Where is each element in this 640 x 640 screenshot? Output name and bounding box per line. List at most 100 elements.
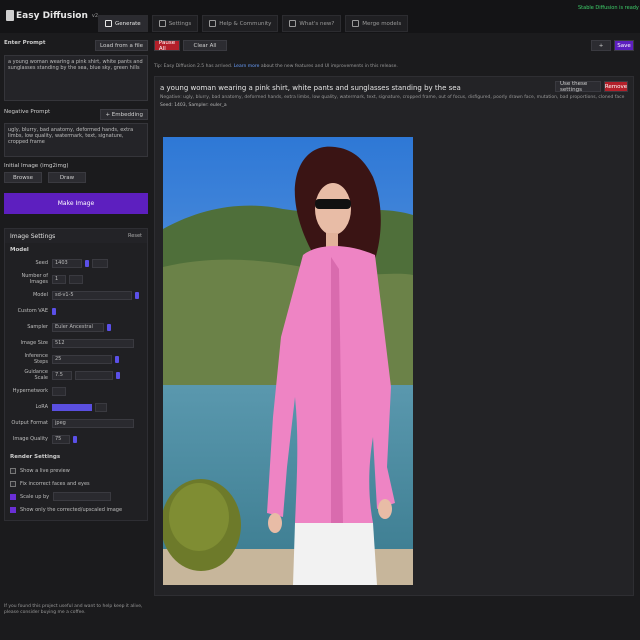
notice-text: Tip: Easy Diffusion 2.5 has arrived. <box>154 64 234 69</box>
hypernetwork-select[interactable] <box>52 386 66 396</box>
draw-button[interactable]: Draw <box>48 172 86 183</box>
main-panel: Pause All Clear All + Save Tip: Easy Dif… <box>154 40 634 596</box>
upscale-select[interactable] <box>53 492 112 501</box>
image-quality-row: Image Quality 75 <box>10 432 142 446</box>
upscale-checkbox[interactable]: Scale up by <box>10 490 142 503</box>
settings-header[interactable]: Image Settings Reset <box>5 229 147 243</box>
model-select[interactable]: sd-v1-5 <box>52 290 132 300</box>
tab-label: Settings <box>168 20 192 27</box>
save-button[interactable]: Save <box>614 40 634 51</box>
num-images-parallel[interactable] <box>69 274 83 284</box>
row-label: Hypernetwork <box>12 388 48 394</box>
steps-input[interactable]: 25 <box>52 354 112 364</box>
negative-header: Negative Prompt + Embedding <box>4 109 148 120</box>
check-label: Scale up by <box>20 493 50 500</box>
image-size-row: Image Size 512 <box>10 336 142 350</box>
vae-row: Custom VAE <box>10 304 142 318</box>
load-file-button[interactable]: Load from a file <box>95 40 148 51</box>
live-preview-checkbox[interactable]: Show a live preview <box>10 464 142 477</box>
settings-title: Image Settings <box>10 232 56 240</box>
model-section: Model Seed 1403 Number of Images 1 Model sd… <box>5 243 147 452</box>
server-status: Stable Diffusion is ready <box>578 5 639 11</box>
row-label: Sampler <box>27 324 48 330</box>
notice-bar: Tip: Easy Diffusion 2.5 has arrived. Lea… <box>154 64 634 72</box>
tab-whats-new[interactable]: What's new? <box>282 15 342 32</box>
sidebar: Enter Prompt Load from a file a young wo… <box>4 40 148 521</box>
task-negative-prompt: Negative: ugly, blurry, bad anatomy, def… <box>160 95 625 100</box>
show-corrected-checkbox[interactable]: Show only the corrected/upscaled image <box>10 503 142 516</box>
row-label: Custom VAE <box>17 308 48 314</box>
check-label: Show only the corrected/upscaled image <box>20 506 123 513</box>
clear-all-button[interactable]: Clear All <box>183 40 227 51</box>
seed-random-button[interactable] <box>92 258 108 268</box>
render-section-title: Render Settings <box>10 454 61 460</box>
num-images-input[interactable]: 1 <box>52 274 66 284</box>
tab-settings[interactable]: Settings <box>151 15 199 32</box>
remove-task-button[interactable]: Remove <box>604 81 628 92</box>
random-seed-toggle[interactable] <box>85 259 89 267</box>
expand-button[interactable]: + <box>591 40 611 51</box>
checkbox[interactable] <box>10 480 16 487</box>
star-icon <box>289 20 297 27</box>
row-label: Seed <box>35 260 49 266</box>
row-label: LoRA <box>35 404 48 410</box>
guidance-row: Guidance Scale 7.5 <box>10 368 142 382</box>
prompt-input[interactable]: a young woman wearing a pink shirt, whit… <box>4 55 148 101</box>
row-label: Number of Images <box>21 273 49 285</box>
pause-all-button[interactable]: Pause All <box>154 40 180 52</box>
lora-row: LoRA <box>10 400 142 414</box>
guidance-info-icon[interactable] <box>116 371 120 379</box>
lora-strength-input[interactable] <box>95 402 107 412</box>
model-refresh-icon[interactable] <box>135 291 139 299</box>
generated-image[interactable] <box>163 137 413 585</box>
guidance-input[interactable]: 7.5 <box>52 370 72 380</box>
init-image-buttons: Browse Draw <box>4 172 148 183</box>
queue-buttons: Pause All Clear All <box>154 40 227 52</box>
reset-button[interactable]: Reset <box>128 233 142 239</box>
sampler-info-icon[interactable] <box>107 323 111 331</box>
tab-merge[interactable]: Merge models <box>345 15 409 32</box>
notice-link[interactable]: Learn more <box>234 64 260 69</box>
lora-strength-slider[interactable] <box>52 403 92 411</box>
width-select[interactable]: 512 <box>52 338 134 348</box>
row-label: Model <box>32 292 48 298</box>
negative-prompt-input[interactable]: ugly, blurry, bad anatomy, deformed hand… <box>4 123 148 157</box>
task-prompt: a young woman wearing a pink shirt, whit… <box>160 84 461 92</box>
sampler-select[interactable]: Euler Ancestral <box>52 322 104 332</box>
task-card: a young woman wearing a pink shirt, whit… <box>154 76 634 596</box>
task-meta: Seed: 1403, Sampler: euler_a <box>160 103 227 108</box>
image-settings-panel: Image Settings Reset Model Seed 1403 Numb… <box>4 228 148 521</box>
embedding-button[interactable]: + Embedding <box>100 109 148 120</box>
tab-generate[interactable]: Generate <box>98 15 148 32</box>
prompt-label: Enter Prompt <box>4 40 46 46</box>
init-image-label: Initial Image (img2img) <box>4 163 69 169</box>
browse-button[interactable]: Browse <box>4 172 42 183</box>
notice-text: about the new features and UI improvemen… <box>259 64 398 69</box>
tab-label: Help & Community <box>219 20 272 27</box>
right-buttons: + Save <box>591 40 634 51</box>
row-label: Output Format <box>11 420 48 426</box>
app-logo: Easy Diffusion v2 <box>6 10 98 21</box>
row-label: Guidance Scale <box>24 369 48 381</box>
tab-help[interactable]: Help & Community <box>202 15 279 32</box>
checkbox[interactable] <box>10 493 16 500</box>
steps-info-icon[interactable] <box>115 355 119 363</box>
sampler-row: Sampler Euler Ancestral <box>10 320 142 334</box>
output-format-row: Output Format jpeg <box>10 416 142 430</box>
guidance-slider[interactable] <box>75 370 113 380</box>
seed-row: Seed 1403 <box>10 256 142 270</box>
tab-label: Merge models <box>362 20 402 27</box>
help-icon <box>209 20 217 27</box>
use-settings-button[interactable]: Use these settings <box>555 81 601 93</box>
image-quality-info-icon[interactable] <box>73 435 77 443</box>
checkbox[interactable] <box>10 506 16 513</box>
make-image-button[interactable]: Make Image <box>4 193 148 214</box>
checkbox[interactable] <box>10 467 16 474</box>
task-header: a young woman wearing a pink shirt, whit… <box>160 81 628 93</box>
vae-select[interactable] <box>52 307 56 315</box>
row-label: Inference Steps <box>24 353 49 365</box>
image-quality-input[interactable]: 75 <box>52 434 70 444</box>
fix-faces-checkbox[interactable]: Fix incorrect faces and eyes <box>10 477 142 490</box>
seed-input[interactable]: 1403 <box>52 258 82 268</box>
output-format-select[interactable]: jpeg <box>52 418 134 428</box>
